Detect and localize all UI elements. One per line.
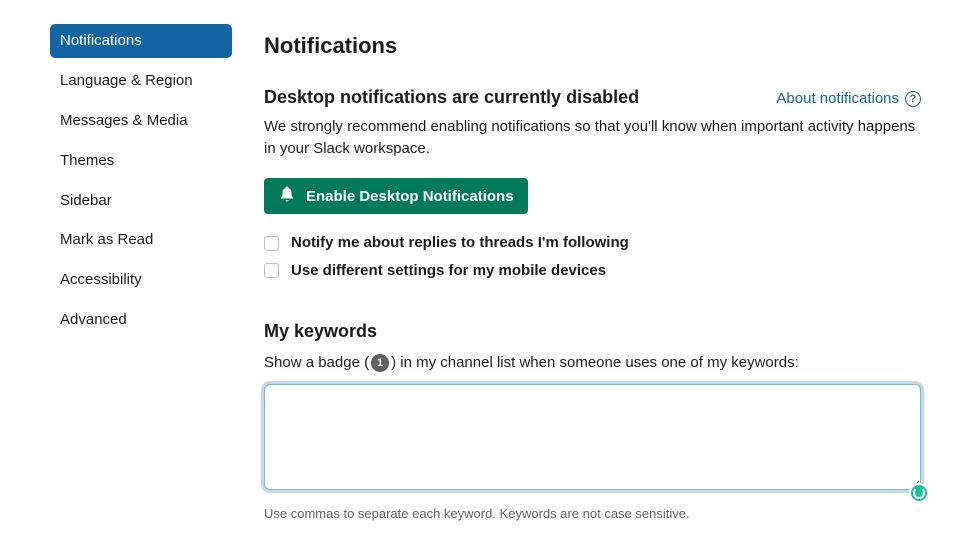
sidebar-item-messages-media[interactable]: Messages & Media	[50, 104, 232, 138]
enable-desktop-notifications-button[interactable]: Enable Desktop Notifications	[264, 178, 528, 214]
help-icon: ?	[905, 91, 921, 107]
sidebar-item-advanced[interactable]: Advanced	[50, 303, 232, 337]
keywords-hint: Use commas to separate each keyword. Key…	[264, 505, 921, 524]
about-link-label: About notifications	[776, 88, 899, 110]
keywords-desc-suffix: ) in my channel list when someone uses o…	[391, 352, 799, 374]
badge-count-sample: 1	[371, 354, 389, 372]
sidebar-item-themes[interactable]: Themes	[50, 144, 232, 178]
mobile-settings-row: Use different settings for my mobile dev…	[264, 260, 921, 282]
preferences-container: Notifications Language & Region Messages…	[0, 0, 971, 548]
sidebar-item-notifications[interactable]: Notifications	[50, 24, 232, 58]
settings-sidebar: Notifications Language & Region Messages…	[50, 24, 232, 524]
keywords-description: Show a badge ( 1 ) in my channel list wh…	[264, 352, 921, 374]
page-title: Notifications	[264, 30, 921, 62]
sidebar-item-language-region[interactable]: Language & Region	[50, 64, 232, 98]
keywords-textarea[interactable]	[264, 384, 921, 490]
sidebar-item-mark-as-read[interactable]: Mark as Read	[50, 223, 232, 257]
mobile-settings-checkbox[interactable]	[264, 263, 279, 278]
bell-icon	[278, 185, 296, 207]
notify-threads-label[interactable]: Notify me about replies to threads I'm f…	[291, 232, 629, 254]
keywords-desc-prefix: Show a badge (	[264, 352, 369, 374]
notify-threads-checkbox[interactable]	[264, 236, 279, 251]
mobile-settings-label[interactable]: Use different settings for my mobile dev…	[291, 260, 606, 282]
desktop-disabled-description: We strongly recommend enabling notificat…	[264, 116, 921, 160]
grammarly-icon[interactable]	[909, 483, 929, 503]
keywords-textarea-wrap	[264, 384, 921, 497]
sidebar-item-sidebar[interactable]: Sidebar	[50, 184, 232, 218]
about-notifications-link[interactable]: About notifications ?	[776, 88, 921, 110]
desktop-section-header: Desktop notifications are currently disa…	[264, 84, 921, 110]
desktop-disabled-heading: Desktop notifications are currently disa…	[264, 84, 639, 110]
main-content: Notifications Desktop notifications are …	[264, 24, 921, 524]
enable-button-label: Enable Desktop Notifications	[306, 188, 514, 205]
keywords-section: My keywords Show a badge ( 1 ) in my cha…	[264, 318, 921, 524]
keywords-title: My keywords	[264, 318, 921, 344]
notify-threads-row: Notify me about replies to threads I'm f…	[264, 232, 921, 254]
sidebar-item-accessibility[interactable]: Accessibility	[50, 263, 232, 297]
